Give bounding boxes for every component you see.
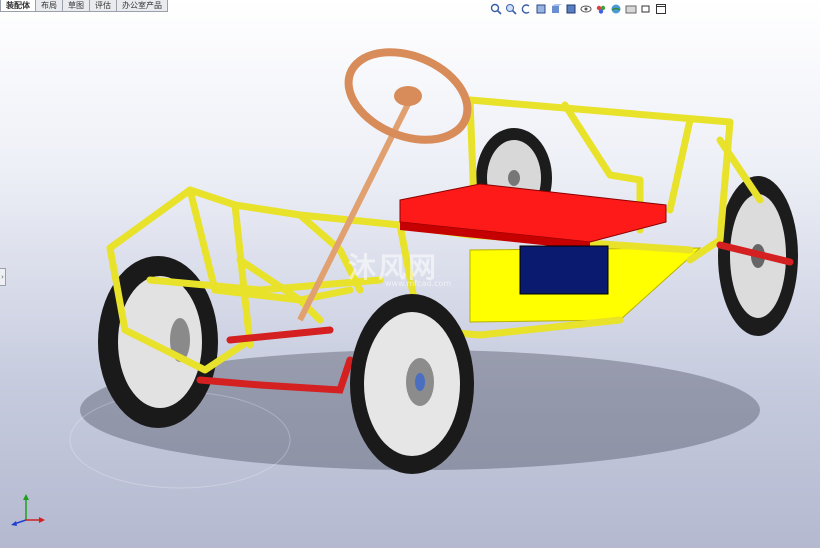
- command-manager-tabs: 装配体 布局 草图 评估 办公室产品: [0, 0, 168, 12]
- view-orientation-icon[interactable]: [550, 3, 562, 15]
- front-right-wheel: [350, 294, 474, 474]
- previous-view-icon[interactable]: [520, 3, 532, 15]
- zoom-to-fit-icon[interactable]: [490, 3, 502, 15]
- display-style-icon[interactable]: [565, 3, 577, 15]
- hide-show-icon[interactable]: [580, 3, 592, 15]
- restore-icon[interactable]: [640, 3, 652, 15]
- edit-appearance-icon[interactable]: [595, 3, 607, 15]
- axis-triad: [11, 494, 45, 526]
- panel-collapse-handle[interactable]: ›: [0, 268, 6, 286]
- zoom-area-icon[interactable]: [505, 3, 517, 15]
- heads-up-view-toolbar: [490, 1, 667, 17]
- battery: [519, 245, 609, 295]
- maximize-icon[interactable]: [655, 3, 667, 15]
- tab-assembly[interactable]: 装配体: [0, 0, 36, 12]
- section-view-icon[interactable]: [535, 3, 547, 15]
- apply-scene-icon[interactable]: [610, 3, 622, 15]
- view-settings-icon[interactable]: [625, 3, 637, 15]
- seat: [399, 183, 667, 250]
- watermark-url: www.mfcad.com: [385, 279, 452, 288]
- tab-office-products[interactable]: 办公室产品: [116, 0, 168, 12]
- tab-sketch[interactable]: 草图: [62, 0, 90, 12]
- tab-layout[interactable]: 布局: [35, 0, 63, 12]
- tab-evaluate[interactable]: 评估: [89, 0, 117, 12]
- graphics-viewport[interactable]: 沐风网 www.mfcad.com: [0, 0, 820, 548]
